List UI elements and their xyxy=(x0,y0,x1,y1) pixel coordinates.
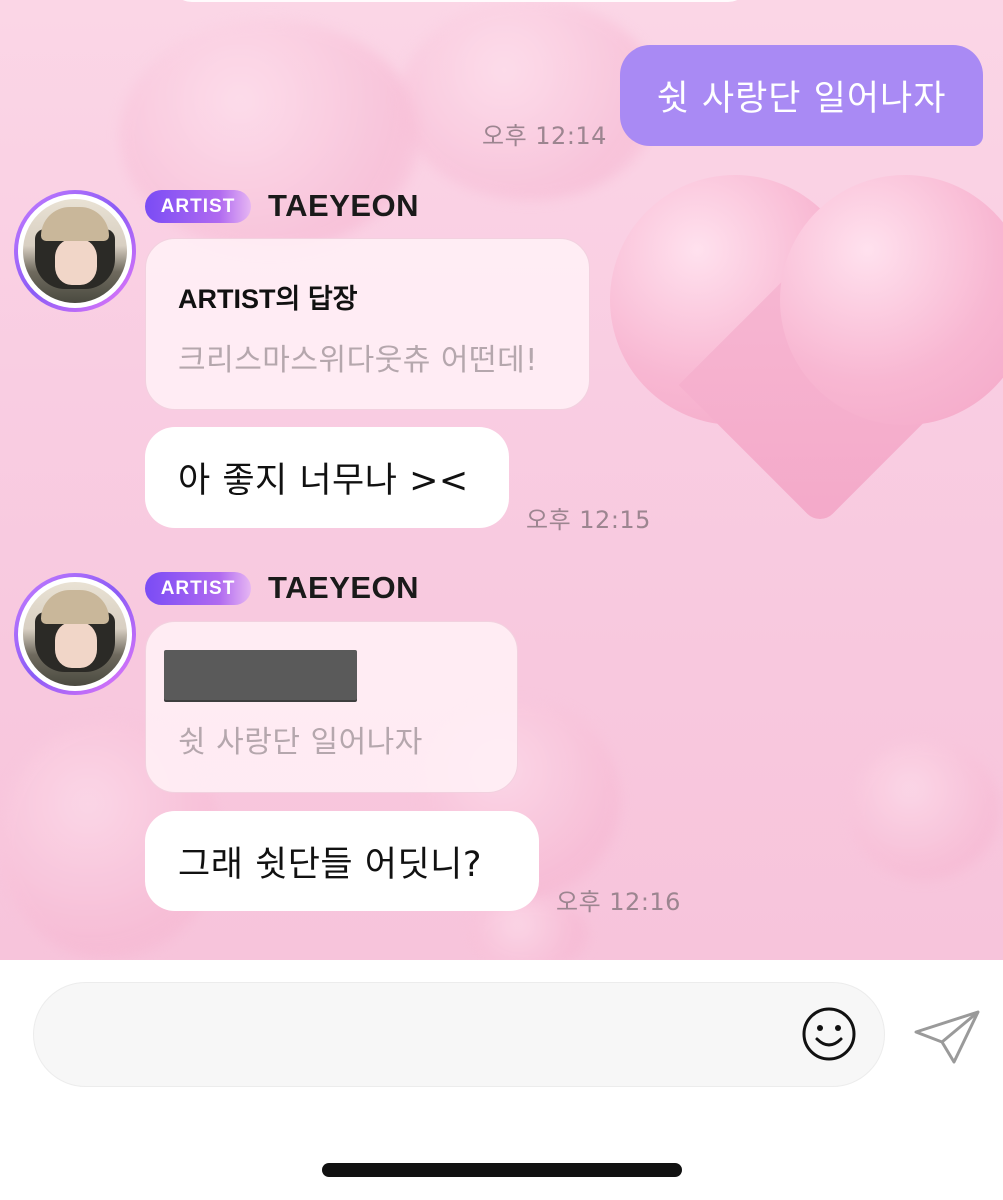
incoming-message-bubble[interactable]: 아 좋지 너무나 >< xyxy=(145,427,509,528)
message-composer xyxy=(0,960,1003,1200)
reply-quote-text: 쉿 사랑단 일어나자 xyxy=(178,725,423,760)
redacted-title xyxy=(164,650,357,700)
incoming-message-bubble[interactable]: 그래 쉿단들 어딧니? xyxy=(145,811,539,911)
reply-quote-text: 크리스마스위다웃츄 어떤데! xyxy=(178,343,538,378)
background-heart-large xyxy=(610,175,1003,605)
reply-quote-box[interactable]: ARTIST의 답장 크리스마스위다웃츄 어떤데! xyxy=(145,238,590,410)
send-icon[interactable] xyxy=(912,1008,982,1066)
background-heart xyxy=(850,740,1000,880)
artist-name: TAEYEON xyxy=(268,570,420,605)
message-timestamp: 오후 12:16 xyxy=(556,888,681,916)
message-timestamp: 오후 12:15 xyxy=(526,506,651,534)
reply-quote-box[interactable]: 쉿 사랑단 일어나자 xyxy=(145,621,518,793)
artist-name: TAEYEON xyxy=(268,188,420,223)
reply-title: ARTIST의 답장 xyxy=(178,284,358,314)
artist-badge: ARTIST xyxy=(145,572,251,605)
artist-avatar[interactable] xyxy=(14,190,136,312)
artist-badge: ARTIST xyxy=(145,190,251,223)
message-input[interactable] xyxy=(33,982,885,1087)
artist-avatar[interactable] xyxy=(14,573,136,695)
chat-area[interactable]: 쉿 사랑단 일어나자 오후 12:14 ARTIST TAEYEON ARTIS… xyxy=(0,0,1003,960)
smile-icon[interactable] xyxy=(800,1005,858,1063)
home-indicator xyxy=(322,1163,682,1177)
previous-bubble-edge xyxy=(170,0,750,2)
outgoing-message-bubble[interactable]: 쉿 사랑단 일어나자 xyxy=(620,45,983,146)
message-timestamp: 오후 12:14 xyxy=(482,122,607,150)
